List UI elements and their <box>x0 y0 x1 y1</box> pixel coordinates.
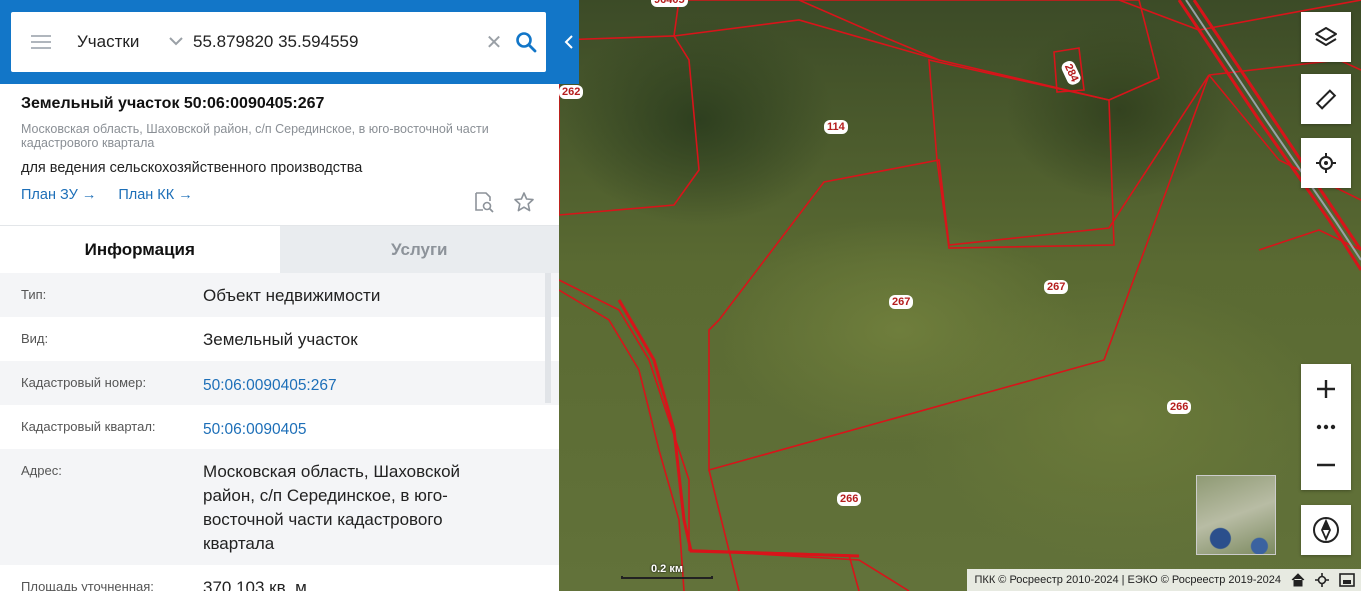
map-view[interactable]: 262 114 284 267 267 266 266 96405 0.2 км… <box>559 0 1361 591</box>
info-key: Адрес: <box>21 463 62 478</box>
minus-icon <box>1317 463 1335 467</box>
cadastral-number-link[interactable]: 50:06:0090405:267 <box>203 361 538 405</box>
tab-services[interactable]: Услуги <box>279 226 559 273</box>
zoom-out-button[interactable] <box>1301 440 1351 490</box>
document-search-icon[interactable] <box>473 191 495 213</box>
info-key: Кадастровый номер: <box>21 375 147 390</box>
info-value: Объект недвижимости <box>203 286 381 305</box>
plot-label[interactable]: 267 <box>1044 280 1069 294</box>
search-box: Участки 55.879820 35.594559 ✕ <box>11 12 546 72</box>
ruler-icon <box>1315 89 1337 110</box>
clear-icon[interactable]: ✕ <box>482 30 506 55</box>
collapse-panel-button[interactable] <box>559 0 579 84</box>
scrollbar[interactable] <box>545 273 551 403</box>
parcel-title: Земельный участок 50:06:0090405:267 <box>21 95 325 112</box>
plan-zu-link[interactable]: План ЗУ → <box>21 187 96 203</box>
side-panel: Участки 55.879820 35.594559 ✕ Земельный … <box>0 0 559 591</box>
parcel-address: Московская область, Шаховской район, с/п… <box>21 122 489 150</box>
layers-icon <box>1315 27 1337 46</box>
plot-label[interactable]: 266 <box>1167 400 1192 414</box>
attribution-bar: ПКК © Росреестр 2010-2024 | ЕЭКО © Росре… <box>966 569 1361 591</box>
parcel-purpose: для ведения сельскохозяйственного произв… <box>21 160 363 176</box>
info-row-cadastral-number: Кадастровый номер: 50:06:0090405:267 <box>0 361 559 405</box>
info-key: Кадастровый квартал: <box>21 419 156 434</box>
layers-button[interactable] <box>1301 12 1351 62</box>
search-input[interactable]: 55.879820 35.594559 <box>193 32 482 52</box>
chevron-left-icon <box>564 35 573 49</box>
plot-label[interactable]: 266 <box>837 492 862 506</box>
zoom-controls <box>1301 364 1351 490</box>
compass-button[interactable] <box>1301 505 1351 555</box>
info-key: Тип: <box>21 287 47 302</box>
print-icon[interactable] <box>1339 573 1355 587</box>
zoom-levels-button[interactable] <box>1301 414 1351 440</box>
crosshair-icon <box>1316 153 1336 173</box>
info-row-cadastral-quarter: Кадастровый квартал: 50:06:0090405 <box>0 405 559 449</box>
search-category-select[interactable]: Участки <box>77 32 165 52</box>
plot-label[interactable]: 262 <box>559 85 584 99</box>
search-icon <box>516 32 537 53</box>
measure-button[interactable] <box>1301 74 1351 124</box>
info-row-area: Площадь уточненная: 370 103 кв. м <box>0 565 559 591</box>
plot-label[interactable]: 96405 <box>651 0 688 7</box>
parcel-card: Земельный участок 50:06:0090405:267 Моск… <box>0 84 559 225</box>
menu-icon[interactable] <box>31 31 51 53</box>
search-button[interactable] <box>506 31 546 53</box>
search-bar-area: Участки 55.879820 35.594559 ✕ <box>0 0 559 84</box>
tab-bar: Информация Услуги <box>0 225 559 273</box>
plot-label[interactable]: 114 <box>824 120 848 134</box>
info-value: Московская область, Шаховской район, с/п… <box>203 462 461 553</box>
info-table: Тип: Объект недвижимости Вид: Земельный … <box>0 273 559 591</box>
info-value: 370 103 кв. м <box>203 578 307 591</box>
attribution-text: ПКК © Росреестр 2010-2024 | ЕЭКО © Росре… <box>974 574 1282 586</box>
plot-label[interactable]: 267 <box>889 295 914 309</box>
info-row-address: Адрес: Московская область, Шаховской рай… <box>0 449 559 565</box>
scale-label: 0.2 км <box>651 563 683 575</box>
info-key: Площадь уточненная: <box>21 579 154 591</box>
info-value: Земельный участок <box>203 330 358 349</box>
star-icon[interactable] <box>513 191 535 213</box>
info-key: Вид: <box>21 331 49 346</box>
plan-kk-link[interactable]: План КК → <box>118 187 192 203</box>
more-icon <box>1316 424 1336 430</box>
info-row-type: Тип: Объект недвижимости <box>0 273 559 317</box>
tab-information[interactable]: Информация <box>0 226 280 273</box>
compass-icon <box>1313 517 1339 543</box>
plus-icon <box>1317 380 1335 398</box>
home-icon[interactable] <box>1291 573 1305 587</box>
scale-bar: 0.2 км <box>621 563 713 579</box>
chevron-down-icon[interactable] <box>169 33 187 51</box>
overview-minimap[interactable] <box>1196 475 1276 555</box>
info-row-kind: Вид: Земельный участок <box>0 317 559 361</box>
crosshair-small-icon[interactable] <box>1315 573 1329 587</box>
cadastral-quarter-link[interactable]: 50:06:0090405 <box>203 405 538 449</box>
locate-button[interactable] <box>1301 138 1351 188</box>
zoom-in-button[interactable] <box>1301 364 1351 414</box>
